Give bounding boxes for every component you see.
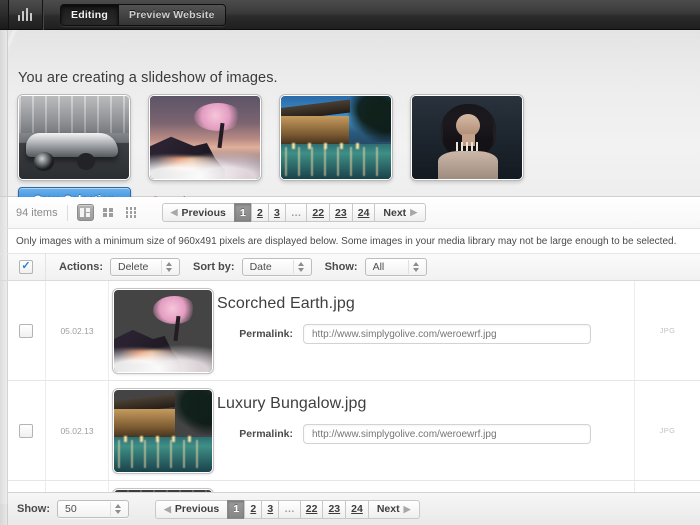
selection-title: You are creating a slideshow of images. [18, 70, 278, 86]
tab-preview-website[interactable]: Preview Website [118, 4, 225, 25]
row-thumb-cell [109, 281, 217, 380]
stepper-icon[interactable] [407, 260, 423, 274]
row-date: 05.02.13 [46, 281, 109, 380]
bar-chart-icon [8, 0, 43, 30]
row-file-type: JPG [634, 381, 700, 480]
select-all-checkbox[interactable]: ✓ [19, 260, 33, 274]
select-all-cell: ✓ [7, 254, 46, 280]
stepper-icon[interactable] [161, 260, 176, 274]
row-checkbox[interactable]: ✓ [19, 323, 33, 338]
thumbnail-image-tree [150, 96, 260, 179]
selected-thumbnail-bungalow[interactable] [280, 95, 392, 180]
row-file-type: JPG [634, 281, 700, 380]
row-checkbox[interactable]: ✓ [19, 423, 33, 438]
pagination-next[interactable]: Next ▶ [374, 203, 427, 222]
pagination-page-22[interactable]: 22 [306, 203, 330, 222]
row-check-cell: ✓ [7, 281, 46, 380]
permalink-input[interactable] [303, 424, 591, 444]
pagination-page-1[interactable]: 1 [233, 203, 251, 222]
media-list: ✓ 05.02.13 Scorched Earth.jpg Permalink: [0, 281, 700, 504]
row-permalink: Permalink: [217, 324, 616, 344]
stepper-icon[interactable] [110, 502, 125, 516]
pagination-page-3[interactable]: 3 [267, 203, 285, 222]
small-grid-view-icon[interactable] [123, 204, 140, 221]
items-count: 94 items [16, 206, 58, 219]
pagination-previous[interactable]: ◀ Previous [161, 203, 234, 222]
row-main: Luxury Bungalow.jpg Permalink: [217, 381, 634, 480]
selection-panel: You are creating a slideshow of images. [0, 30, 700, 215]
pagination-page-2[interactable]: 2 [244, 499, 262, 519]
stepper-icon[interactable] [292, 260, 308, 274]
permalink-input[interactable] [303, 324, 591, 344]
pagination-previous-label: Previous [181, 206, 226, 219]
list-filter-bar: ✓ Actions: Delete Sort by: Date Show: Al… [0, 254, 700, 281]
selected-thumbnail-portrait[interactable] [411, 95, 523, 180]
pagination-previous[interactable]: ◀ Previous [155, 499, 228, 519]
row-thumbnail[interactable] [113, 288, 213, 373]
show-filter-select-value: All [372, 261, 385, 273]
list-footer: Show: 50 ◀ Previous 1 2 3 … 22 23 24 Nex… [0, 492, 700, 525]
pagination-next-label: Next [383, 206, 407, 219]
actions-label: Actions: [59, 261, 103, 273]
chevron-right-icon: ▶ [410, 207, 418, 217]
pagination-bottom: ◀ Previous 1 2 3 … 22 23 24 Next ▶ [155, 499, 420, 519]
page-size-select[interactable]: 50 [57, 500, 129, 518]
library-toolbar: 94 items ◀ Previous 1 2 3 … 22 23 24 Nex… [0, 197, 700, 229]
pagination-page-3[interactable]: 3 [261, 499, 279, 519]
row-thumbnail[interactable] [113, 388, 213, 473]
medium-grid-view-icon[interactable] [100, 204, 117, 221]
tab-editing[interactable]: Editing [61, 4, 119, 25]
pagination-ellipsis: … [284, 203, 307, 222]
row-permalink: Permalink: [217, 424, 616, 444]
toolbar-divider [66, 204, 68, 221]
pagination-page-23[interactable]: 23 [329, 203, 352, 222]
selected-thumbnails [18, 95, 523, 180]
show-filter-label: Show: [324, 261, 358, 273]
media-library-slideshow-picker: Editing Preview Website You are creating… [0, 0, 700, 525]
thumbnail-image-portrait [412, 96, 522, 179]
mode-switch[interactable]: Editing Preview Website [60, 3, 226, 26]
thumbnail-image-car [19, 96, 129, 179]
pagination-next-label: Next [376, 503, 400, 515]
chevron-left-icon: ◀ [164, 503, 171, 514]
permalink-label: Permalink: [239, 328, 293, 340]
pagination-previous-label: Previous [174, 503, 220, 515]
selected-thumbnail-tree[interactable] [149, 95, 261, 180]
top-toolbar: Editing Preview Website [0, 0, 700, 30]
pagination-ellipsis: … [278, 499, 300, 519]
pagination-page-24[interactable]: 24 [345, 499, 368, 519]
sort-by-select[interactable]: Date [241, 258, 312, 276]
pagination-page-24[interactable]: 24 [351, 203, 375, 222]
thumbnail-image-bungalow [281, 96, 391, 179]
actions-select-value: Delete [118, 261, 149, 273]
actions-select[interactable]: Delete [110, 258, 180, 276]
table-row[interactable]: ✓ 05.02.13 Luxury Bungalow.jpg Permalink… [0, 381, 700, 481]
sort-by-label: Sort by: [193, 261, 235, 273]
show-filter-select[interactable]: All [364, 258, 427, 276]
pagination-top: ◀ Previous 1 2 3 … 22 23 24 Next ▶ [161, 203, 427, 222]
table-row[interactable]: ✓ 05.02.13 Scorched Earth.jpg Permalink: [0, 281, 700, 381]
footer-show-label: Show: [17, 503, 50, 515]
pagination-next[interactable]: Next ▶ [367, 499, 420, 519]
pagination-page-22[interactable]: 22 [299, 499, 323, 519]
row-main: Scorched Earth.jpg Permalink: [217, 281, 634, 380]
list-view-icon[interactable] [76, 204, 94, 221]
row-thumb-cell [109, 381, 217, 480]
permalink-label: Permalink: [239, 428, 293, 440]
row-file-title: Luxury Bungalow.jpg [217, 395, 367, 412]
row-date: 05.02.13 [46, 381, 109, 480]
pagination-page-2[interactable]: 2 [250, 203, 268, 222]
sort-by-select-value: Date [249, 261, 272, 273]
page-size-value: 50 [65, 503, 77, 515]
pagination-page-1[interactable]: 1 [227, 499, 245, 519]
row-check-cell: ✓ [7, 381, 46, 480]
selected-thumbnail-car[interactable] [18, 95, 130, 180]
size-requirement-notice: Only images with a minimum size of 960x4… [0, 229, 700, 254]
chevron-right-icon: ▶ [403, 503, 411, 514]
bar-chart-glyph [17, 8, 33, 21]
chevron-left-icon: ◀ [170, 207, 178, 217]
view-mode-switch [76, 204, 140, 221]
pagination-page-23[interactable]: 23 [322, 499, 346, 519]
row-file-title: Scorched Earth.jpg [217, 295, 355, 312]
